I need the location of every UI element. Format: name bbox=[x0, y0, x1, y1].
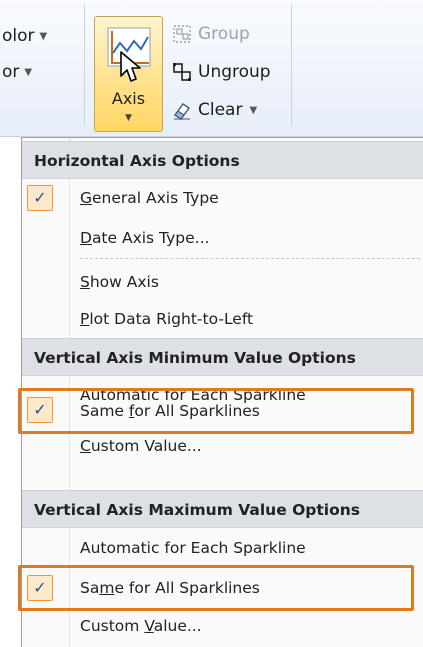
menu-item-date-axis-type[interactable]: Date Axis Type... bbox=[80, 220, 209, 256]
ribbon-divider bbox=[84, 4, 85, 126]
chevron-down-icon: ▼ bbox=[24, 66, 33, 78]
ungroup-button[interactable]: Ungroup bbox=[172, 62, 271, 82]
chevron-down-icon: ▼ bbox=[249, 104, 258, 116]
group-icon bbox=[173, 25, 191, 43]
menu-item-max-automatic[interactable]: Automatic for Each Sparkline bbox=[80, 530, 306, 566]
group-button[interactable]: Group bbox=[172, 24, 250, 44]
clear-label: Clear bbox=[198, 100, 243, 120]
style-dropdown[interactable]: or ▼ bbox=[2, 62, 32, 82]
check-icon: ✓ bbox=[27, 185, 53, 211]
clear-button[interactable]: Clear ▼ bbox=[172, 100, 257, 120]
color-dropdown[interactable]: olor ▼ bbox=[2, 26, 47, 46]
ungroup-label: Ungroup bbox=[198, 62, 271, 82]
menu-item-show-axis[interactable]: Show Axis bbox=[80, 264, 159, 300]
ungroup-icon bbox=[173, 63, 191, 81]
ribbon: olor ▼ or ▼ Axis ▼ Group Ungroup Clear ▼ bbox=[0, 0, 423, 137]
menu-item-max-same-for-all[interactable]: Same for All Sparklines bbox=[80, 570, 260, 606]
menu-header-vertical-min: Vertical Axis Minimum Value Options bbox=[22, 338, 423, 376]
menu-item-plot-right-to-left[interactable]: Plot Data Right-to-Left bbox=[80, 301, 253, 337]
chevron-down-icon: ▼ bbox=[125, 113, 132, 123]
menu-item-min-custom-value[interactable]: Custom Value... bbox=[80, 428, 202, 464]
menu-header-vertical-max: Vertical Axis Maximum Value Options bbox=[22, 490, 423, 528]
style-dropdown-label: or bbox=[2, 62, 20, 82]
ribbon-divider bbox=[291, 4, 292, 126]
mouse-pointer-icon bbox=[120, 51, 141, 82]
check-icon: ✓ bbox=[27, 575, 53, 601]
menu-header-horizontal-axis: Horizontal Axis Options bbox=[22, 141, 423, 179]
color-dropdown-label: olor bbox=[2, 26, 35, 46]
check-icon: ✓ bbox=[27, 397, 53, 423]
menu-item-min-same-for-all[interactable]: Same for All Sparklines bbox=[80, 393, 260, 429]
eraser-icon bbox=[174, 103, 190, 120]
chevron-down-icon: ▼ bbox=[39, 30, 48, 42]
menu-item-general-axis-type[interactable]: General Axis Type bbox=[80, 180, 219, 216]
axis-options-menu: Horizontal Axis Options ✓ General Axis T… bbox=[18, 137, 423, 647]
group-label: Group bbox=[198, 24, 250, 44]
menu-item-max-custom-value[interactable]: Custom Value... bbox=[80, 608, 202, 644]
menu-separator bbox=[80, 258, 420, 259]
axis-button-label: Axis bbox=[111, 89, 146, 108]
